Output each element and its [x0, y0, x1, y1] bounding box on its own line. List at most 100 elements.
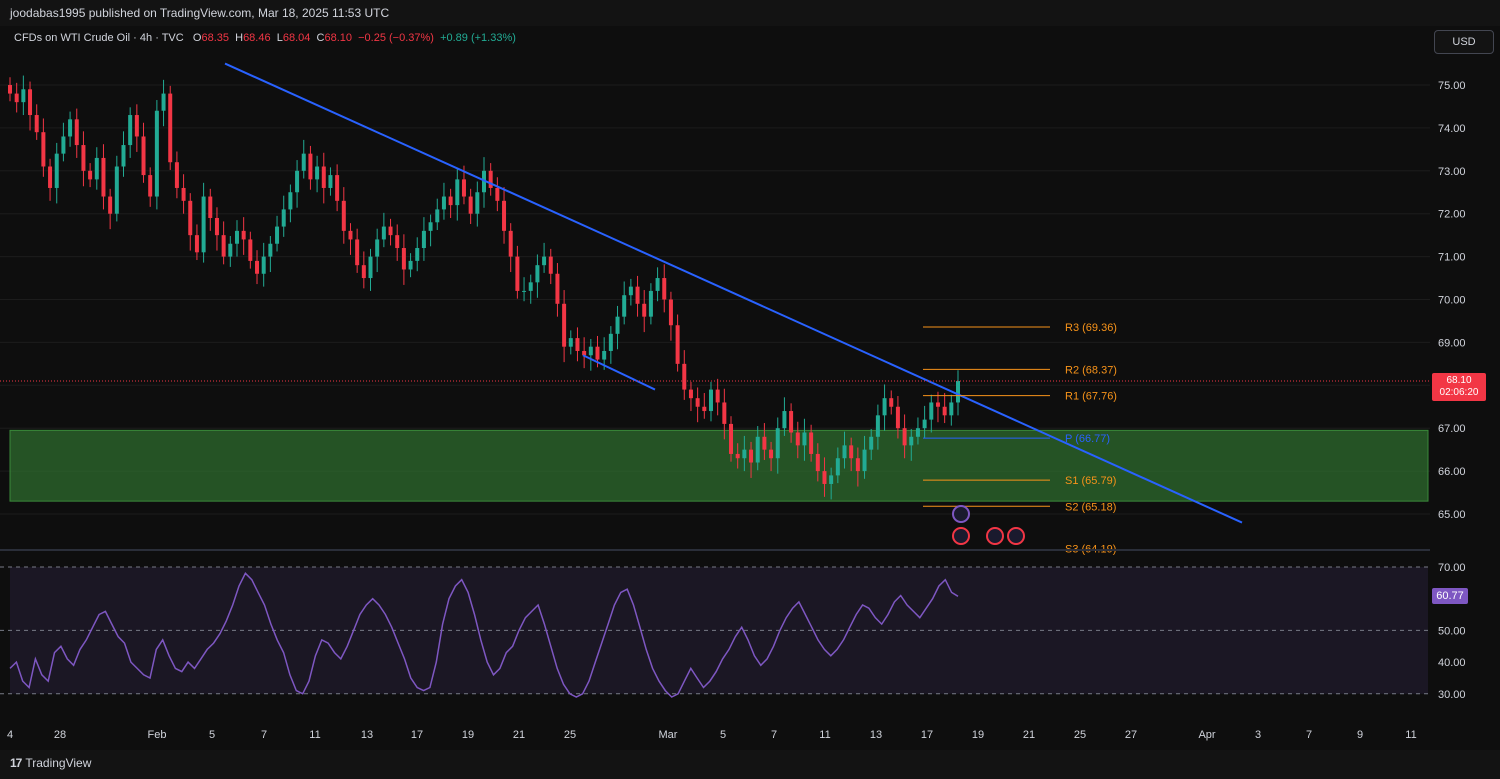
candle-body — [248, 239, 253, 261]
candle-body — [335, 175, 340, 201]
candle-body — [355, 239, 360, 266]
price-badge-value: 68.10 — [1446, 375, 1472, 386]
candle-body — [795, 432, 800, 446]
candle-body — [655, 278, 660, 291]
candle-body — [308, 153, 313, 180]
candle-body — [822, 471, 827, 484]
x-tick-label: 17 — [411, 729, 423, 741]
candle-body — [842, 445, 847, 459]
candle-body — [702, 406, 707, 412]
candle-body — [214, 217, 219, 236]
current-price-badge: 68.10 02:06:20 — [1432, 373, 1486, 401]
close-value: 68.10 — [324, 32, 352, 44]
candle-body — [415, 248, 420, 261]
candle-body — [395, 235, 400, 249]
symbol-label: CFDs on WTI Crude Oil · 4h · TVC — [14, 32, 184, 44]
candle-body — [188, 200, 193, 236]
candle-body — [922, 419, 927, 429]
candle-body — [61, 136, 66, 154]
candle-body — [762, 436, 767, 450]
candle-body — [268, 243, 273, 257]
x-tick-label: 4 — [7, 729, 13, 741]
candle-body — [181, 187, 186, 201]
candle-body — [461, 179, 466, 197]
candle-body — [635, 286, 640, 304]
candle-body — [14, 93, 19, 103]
price-tick-label: 75.00 — [1438, 80, 1466, 92]
candle-body — [28, 89, 33, 116]
candle-body — [575, 338, 580, 351]
tv-icon: 17 — [10, 756, 22, 770]
candle-body — [68, 119, 73, 137]
candle-body — [742, 449, 747, 459]
x-tick-label: 25 — [1074, 729, 1086, 741]
demand-zone — [9, 429, 1429, 502]
candle-body — [401, 248, 406, 270]
pivot-label: S2 (65.18) — [1065, 501, 1116, 513]
price-tick-label: 72.00 — [1438, 209, 1466, 221]
rsi-tick-label: 50.00 — [1438, 625, 1466, 637]
candle-body — [54, 153, 59, 188]
price-badge-countdown: 02:06:20 — [1439, 387, 1479, 398]
candle-body — [21, 89, 26, 103]
candle-body — [875, 415, 880, 437]
x-tick-label: 21 — [513, 729, 525, 741]
candle-body — [555, 273, 560, 304]
candle-body — [121, 145, 126, 167]
price-tick-label: 70.00 — [1438, 295, 1466, 307]
candle-body — [522, 290, 527, 292]
x-tick-label: 7 — [1306, 729, 1312, 741]
candle-body — [835, 458, 840, 476]
candle-body — [41, 132, 46, 167]
change-value: −0.25 (−0.37%) — [358, 32, 434, 44]
candle-body — [161, 93, 166, 111]
candle-body — [949, 402, 954, 416]
candle-body — [348, 230, 353, 240]
x-tick-label: 11 — [309, 729, 320, 741]
candle-body — [942, 406, 947, 416]
candle-body — [809, 432, 814, 454]
price-tick-label: 71.00 — [1438, 252, 1466, 264]
candle-body — [168, 93, 173, 163]
candle-body — [194, 235, 199, 253]
candle-body — [815, 453, 820, 472]
candle-body — [468, 196, 473, 214]
candle-body — [281, 209, 286, 227]
candle-body — [675, 325, 680, 364]
x-tick-label: 7 — [261, 729, 267, 741]
candle-body — [234, 230, 239, 244]
candle-body — [782, 411, 787, 429]
candle-body — [141, 136, 146, 176]
candle-body — [862, 449, 867, 472]
x-tick-label: 28 — [54, 729, 66, 741]
candle-body — [275, 226, 280, 244]
candle-body — [582, 350, 587, 356]
candle-body — [502, 200, 507, 231]
candle-body — [668, 299, 673, 326]
published-text: joodabas1995 published on TradingView.co… — [10, 6, 390, 20]
candle-body — [114, 166, 119, 214]
candle-body — [515, 256, 520, 291]
x-tick-label: 25 — [564, 729, 576, 741]
candle-body — [915, 428, 920, 437]
x-tick-label: 13 — [870, 729, 882, 741]
rsi-tick-label: 70.00 — [1438, 562, 1466, 574]
candle-body — [682, 363, 687, 390]
candle-body — [421, 230, 426, 249]
candle-body — [909, 436, 914, 446]
candle-body — [255, 260, 260, 274]
candle-body — [755, 436, 760, 463]
chart-canvas[interactable]: R3 (69.36) R2 (68.37) R1 (67.76) P (66.77) S… — [0, 26, 1500, 750]
price-tick-label: 66.00 — [1438, 466, 1466, 478]
candle-body — [201, 196, 206, 253]
currency-button[interactable]: USD — [1434, 30, 1494, 54]
us-flag-icon — [952, 527, 970, 545]
tradingview-logo[interactable]: 17 TradingView — [10, 756, 91, 770]
candle-body — [608, 333, 613, 351]
candle-body — [428, 222, 433, 231]
candle-body — [855, 458, 860, 472]
candle-body — [722, 402, 727, 424]
candle-body — [588, 346, 593, 356]
rsi-band — [10, 567, 1428, 694]
candle-body — [849, 445, 854, 459]
